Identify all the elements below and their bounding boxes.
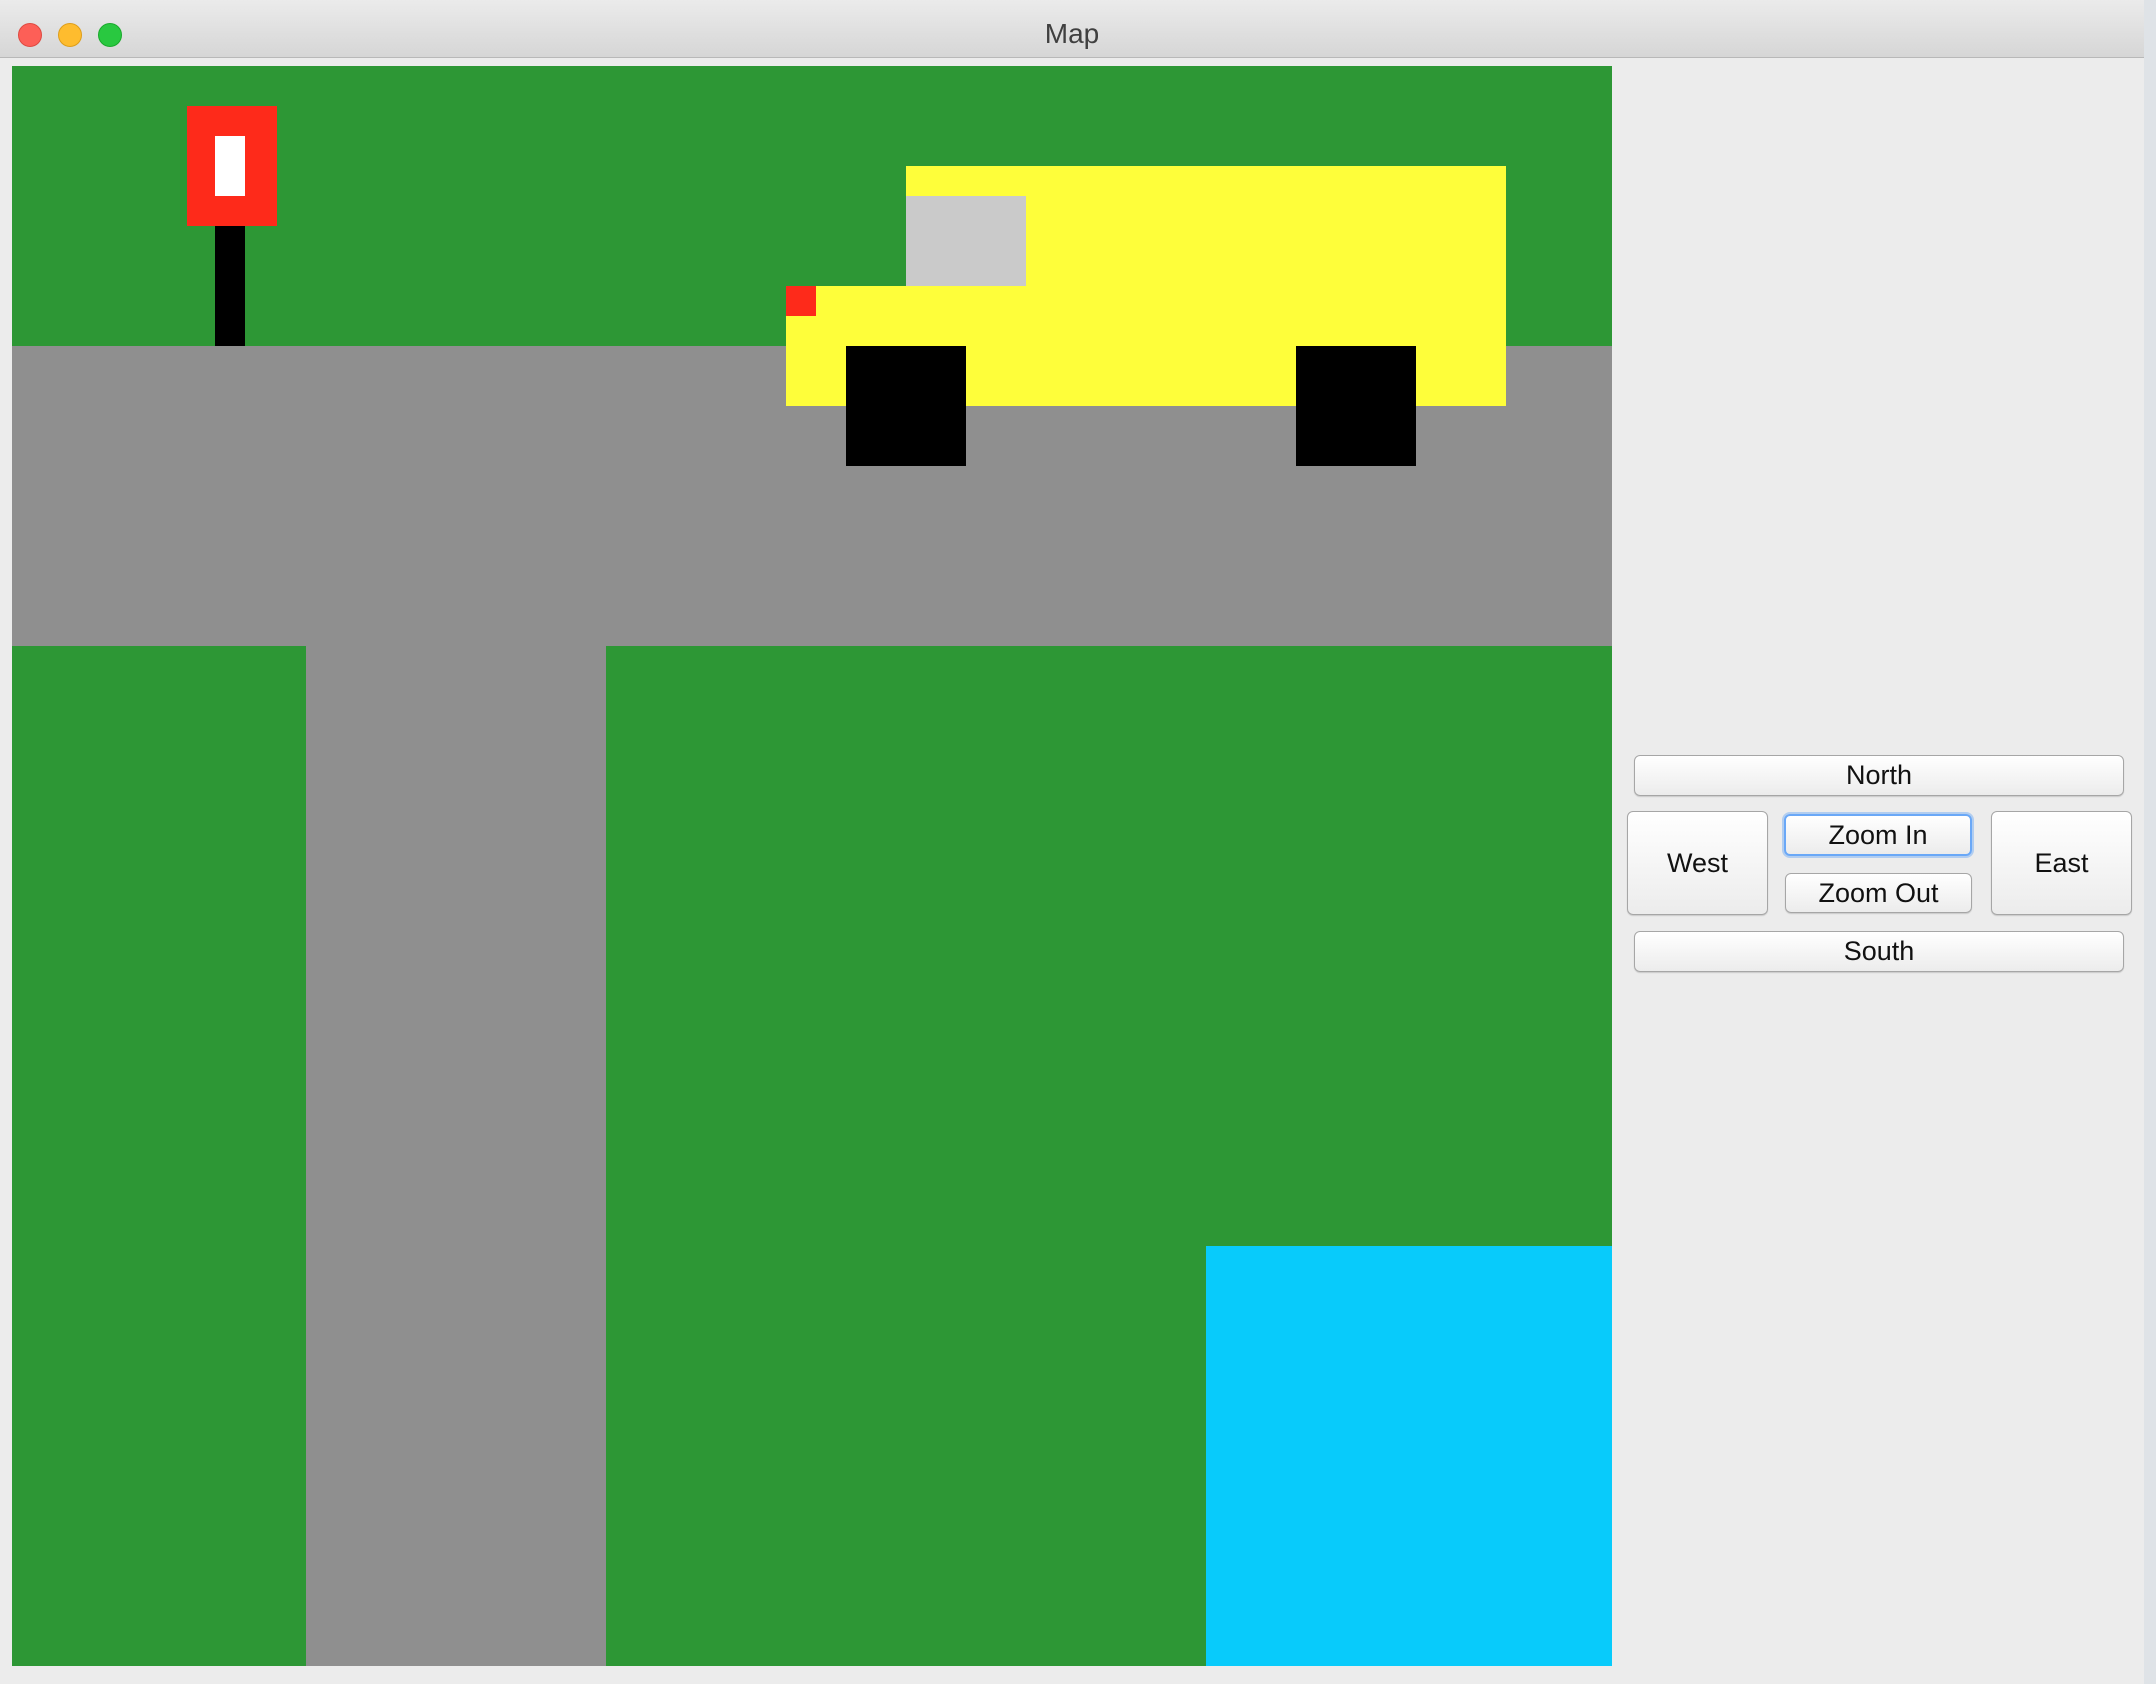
zoom-out-button[interactable]: Zoom Out (1785, 873, 1972, 913)
road-vertical (306, 646, 606, 1666)
background-window-edge (2144, 0, 2156, 1684)
window-title: Map (1044, 18, 1100, 49)
south-button[interactable]: South (1634, 931, 2124, 972)
water (1206, 1246, 1612, 1666)
title-bar[interactable]: Map (0, 0, 2144, 58)
west-button[interactable]: West (1627, 811, 1768, 915)
navigation-panel: North West Zoom In Zoom Out East South (1612, 57, 2144, 1684)
east-button[interactable]: East (1991, 811, 2132, 915)
map-window: Map North West Zoom In Zoom Out East Sou… (0, 0, 2144, 1684)
north-button[interactable]: North (1634, 755, 2124, 796)
zoom-in-button[interactable]: Zoom In (1784, 814, 1972, 856)
map-canvas[interactable] (12, 66, 1612, 1666)
